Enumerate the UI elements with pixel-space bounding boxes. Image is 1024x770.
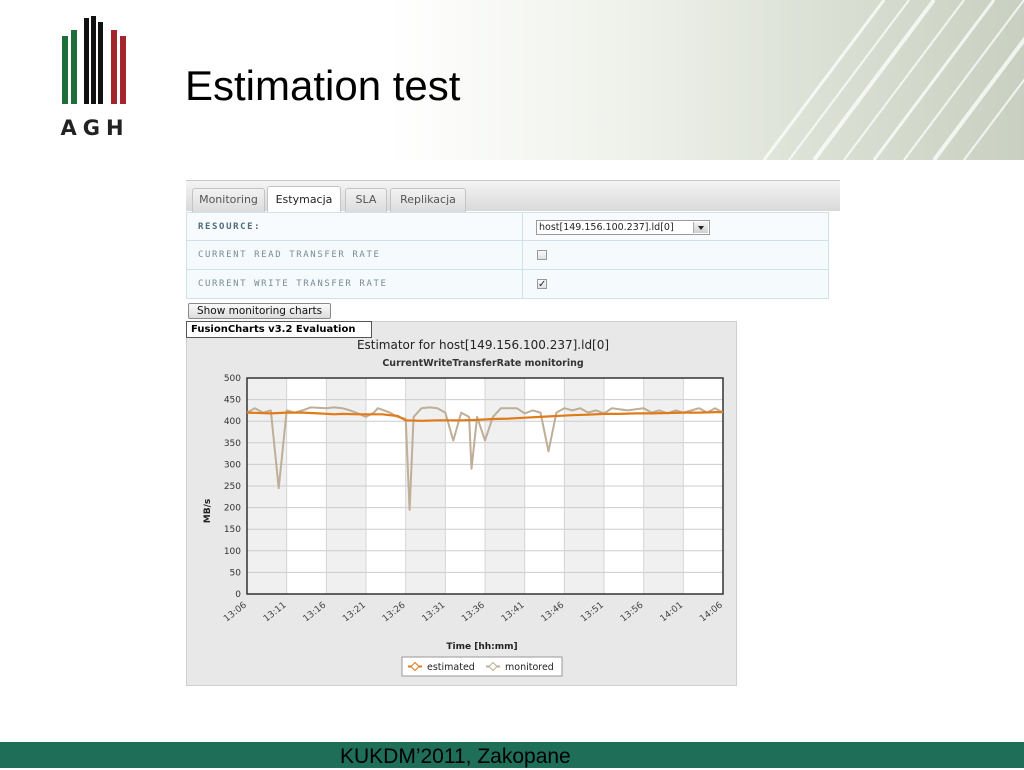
y-tick-label: 300	[224, 460, 241, 470]
tab-replikacja[interactable]: Replikacja	[390, 188, 466, 212]
x-tick-label: 13:26	[381, 600, 408, 624]
x-tick-label: 13:51	[579, 600, 606, 624]
resource-row: RESOURCE: host[149.156.100.237].ld[0]	[186, 212, 829, 241]
x-axis-label: Time [hh:mm]	[446, 642, 517, 652]
x-tick-label: 13:21	[341, 600, 368, 624]
tab-estymacja[interactable]: Estymacja	[267, 186, 341, 213]
agh-logo-icon	[62, 16, 126, 104]
resource-label: RESOURCE:	[198, 222, 262, 232]
show-monitoring-charts-button[interactable]: Show monitoring charts	[188, 303, 331, 319]
y-tick-label: 200	[224, 504, 241, 514]
x-tick-label: 14:06	[698, 600, 725, 624]
y-tick-label: 400	[224, 417, 241, 427]
slide-header	[0, 0, 1024, 160]
checkmark-icon: ✓	[538, 279, 547, 290]
x-tick-label: 13:56	[619, 600, 646, 624]
write-rate-label: CURRENT WRITE TRANSFER RATE	[198, 279, 388, 289]
fusioncharts-badge: FusionCharts v3.2 Evaluation	[186, 321, 372, 338]
y-tick-label: 350	[224, 439, 241, 449]
y-tick-label: 100	[224, 547, 241, 557]
x-tick-label: 13:46	[540, 600, 567, 624]
slide-title: Estimation test	[185, 62, 461, 109]
row-separator	[522, 213, 523, 240]
chevron-down-icon[interactable]	[693, 222, 708, 233]
y-tick-label: 450	[224, 396, 241, 406]
x-tick-label: 13:16	[302, 600, 329, 624]
read-rate-row: CURRENT READ TRANSFER RATE	[186, 241, 829, 270]
legend-estimated: estimated	[427, 662, 475, 673]
tab-monitoring[interactable]: Monitoring	[192, 188, 265, 212]
x-tick-label: 14:01	[659, 600, 686, 624]
row-separator	[522, 241, 523, 269]
line-chart: Estimator for host[149.156.100.237].ld[0…	[203, 338, 725, 677]
y-axis-ticks: 0 50 100 150 200 250 300 350 400 450 500	[224, 374, 241, 600]
y-tick-label: 150	[224, 525, 241, 535]
read-rate-label: CURRENT READ TRANSFER RATE	[198, 250, 381, 260]
legend-monitored: monitored	[505, 662, 554, 673]
tab-sla[interactable]: SLA	[345, 188, 387, 212]
x-tick-label: 13:41	[500, 600, 527, 624]
decorative-stripes	[762, 0, 1024, 160]
footer-text: KUKDM’2011, Zakopane	[340, 745, 571, 768]
write-rate-row: CURRENT WRITE TRANSFER RATE ✓	[186, 270, 829, 299]
x-tick-label: 13:31	[421, 600, 448, 624]
resource-select-value: host[149.156.100.237].ld[0]	[539, 222, 674, 233]
y-tick-label: 500	[224, 374, 241, 384]
tab-bar: Monitoring Estymacja SLA Replikacja	[186, 180, 840, 213]
x-tick-label: 13:06	[222, 600, 249, 624]
y-tick-label: 250	[224, 482, 241, 492]
write-rate-checkbox[interactable]: ✓	[537, 279, 547, 290]
x-axis-ticks: 13:06 13:11 13:16 13:21 13:26 13:31 13:36 13:41…	[222, 600, 725, 624]
logo-text: AGH	[60, 116, 130, 140]
x-tick-label: 13:11	[262, 600, 289, 624]
row-separator	[522, 270, 523, 298]
chart-title: Estimator for host[149.156.100.237].ld[0…	[357, 338, 609, 352]
resource-select[interactable]: host[149.156.100.237].ld[0]	[536, 220, 710, 235]
y-axis-label: MB/s	[203, 499, 213, 523]
y-tick-label: 50	[230, 568, 242, 578]
chart-subtitle: CurrentWriteTransferRate monitoring	[382, 358, 583, 369]
read-rate-checkbox[interactable]	[537, 250, 547, 260]
x-tick-label: 13:36	[460, 600, 487, 624]
chart-legend: estimated monitored	[401, 656, 563, 677]
agh-logo: AGH	[58, 16, 132, 146]
y-tick-label: 0	[235, 590, 241, 600]
